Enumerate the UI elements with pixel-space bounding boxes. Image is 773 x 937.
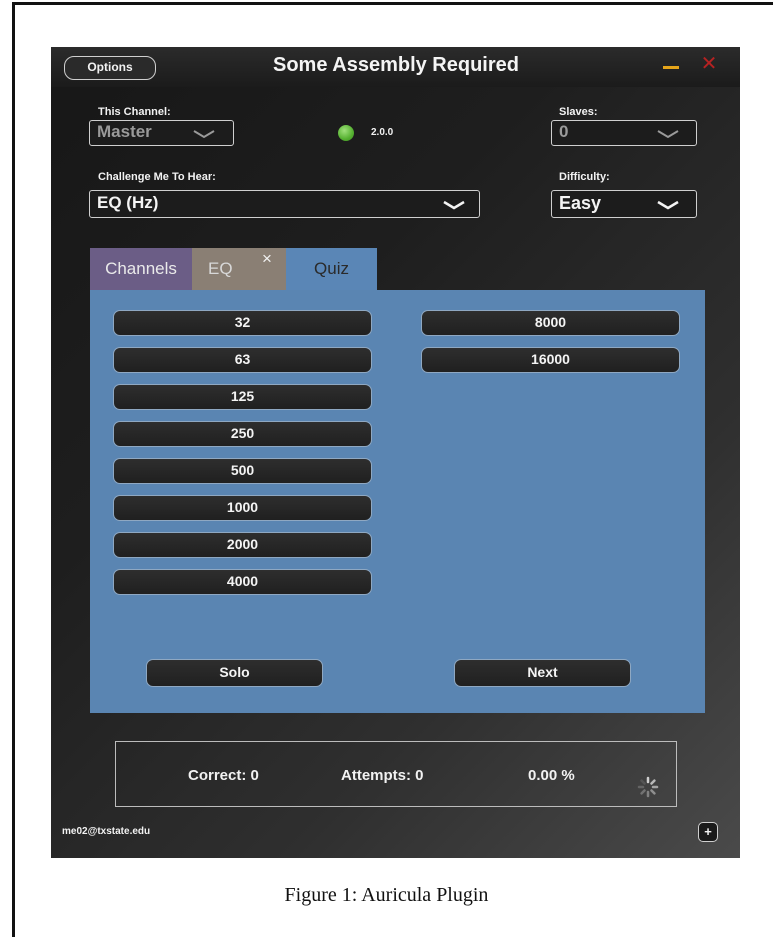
score-box: Correct: 0 Attempts: 0 0.00 % (115, 741, 677, 807)
score-percent: 0.00 % (528, 767, 575, 784)
freq-button-8000[interactable]: 8000 (421, 310, 680, 336)
close-icon[interactable]: ✕ (699, 54, 719, 74)
challenge-select[interactable]: EQ (Hz) (89, 190, 480, 218)
freq-button-125[interactable]: 125 (113, 384, 372, 410)
freq-button-32[interactable]: 32 (113, 310, 372, 336)
tab-channels[interactable]: Channels (90, 248, 192, 290)
next-button[interactable]: Next (454, 659, 631, 687)
loading-spinner-icon (637, 776, 659, 798)
tab-eq[interactable]: EQ × (192, 248, 286, 290)
difficulty-label: Difficulty: (559, 171, 610, 183)
options-button[interactable]: Options (64, 56, 156, 80)
freq-button-63[interactable]: 63 (113, 347, 372, 373)
slaves-value: 0 (559, 122, 569, 141)
challenge-value: EQ (Hz) (97, 193, 159, 212)
channel-label: This Channel: (98, 106, 171, 118)
channel-select[interactable]: Master (89, 120, 234, 146)
attempts-count: Attempts: 0 (341, 767, 424, 784)
title-bar: Options Some Assembly Required ✕ (51, 47, 740, 87)
challenge-label: Challenge Me To Hear: (98, 171, 216, 183)
user-email: me02@txstate.edu (62, 826, 151, 837)
freq-button-4000[interactable]: 4000 (113, 569, 372, 595)
freq-button-2000[interactable]: 2000 (113, 532, 372, 558)
figure-caption: Figure 1: Auricula Plugin (284, 884, 489, 906)
difficulty-select[interactable]: Easy (551, 190, 697, 218)
chevron-down-icon (656, 200, 680, 210)
quiz-panel: 32 63 125 250 500 1000 2000 4000 8000 16… (90, 290, 705, 713)
difficulty-value: Easy (559, 193, 602, 213)
tab-close-icon[interactable]: × (262, 238, 272, 280)
plugin-window: Options Some Assembly Required ✕ This Ch… (51, 47, 740, 858)
freq-button-16000[interactable]: 16000 (421, 347, 680, 373)
slaves-label: Slaves: (559, 106, 598, 118)
solo-button[interactable]: Solo (146, 659, 323, 687)
slaves-select[interactable]: 0 (551, 120, 697, 146)
status-led (338, 125, 354, 141)
minimize-icon[interactable] (663, 66, 679, 69)
correct-count: Correct: 0 (188, 767, 259, 784)
chevron-down-icon (656, 129, 680, 139)
freq-button-1000[interactable]: 1000 (113, 495, 372, 521)
channel-value: Master (97, 122, 152, 141)
app-title: Some Assembly Required (272, 54, 519, 76)
version-label: 2.0.0 (371, 127, 394, 138)
tab-eq-label: EQ (208, 259, 233, 278)
chevron-down-icon (442, 200, 466, 210)
chevron-down-icon (192, 129, 216, 139)
freq-button-250[interactable]: 250 (113, 421, 372, 447)
add-button[interactable]: + (698, 822, 718, 842)
tab-quiz[interactable]: Quiz (286, 248, 377, 290)
freq-button-500[interactable]: 500 (113, 458, 372, 484)
